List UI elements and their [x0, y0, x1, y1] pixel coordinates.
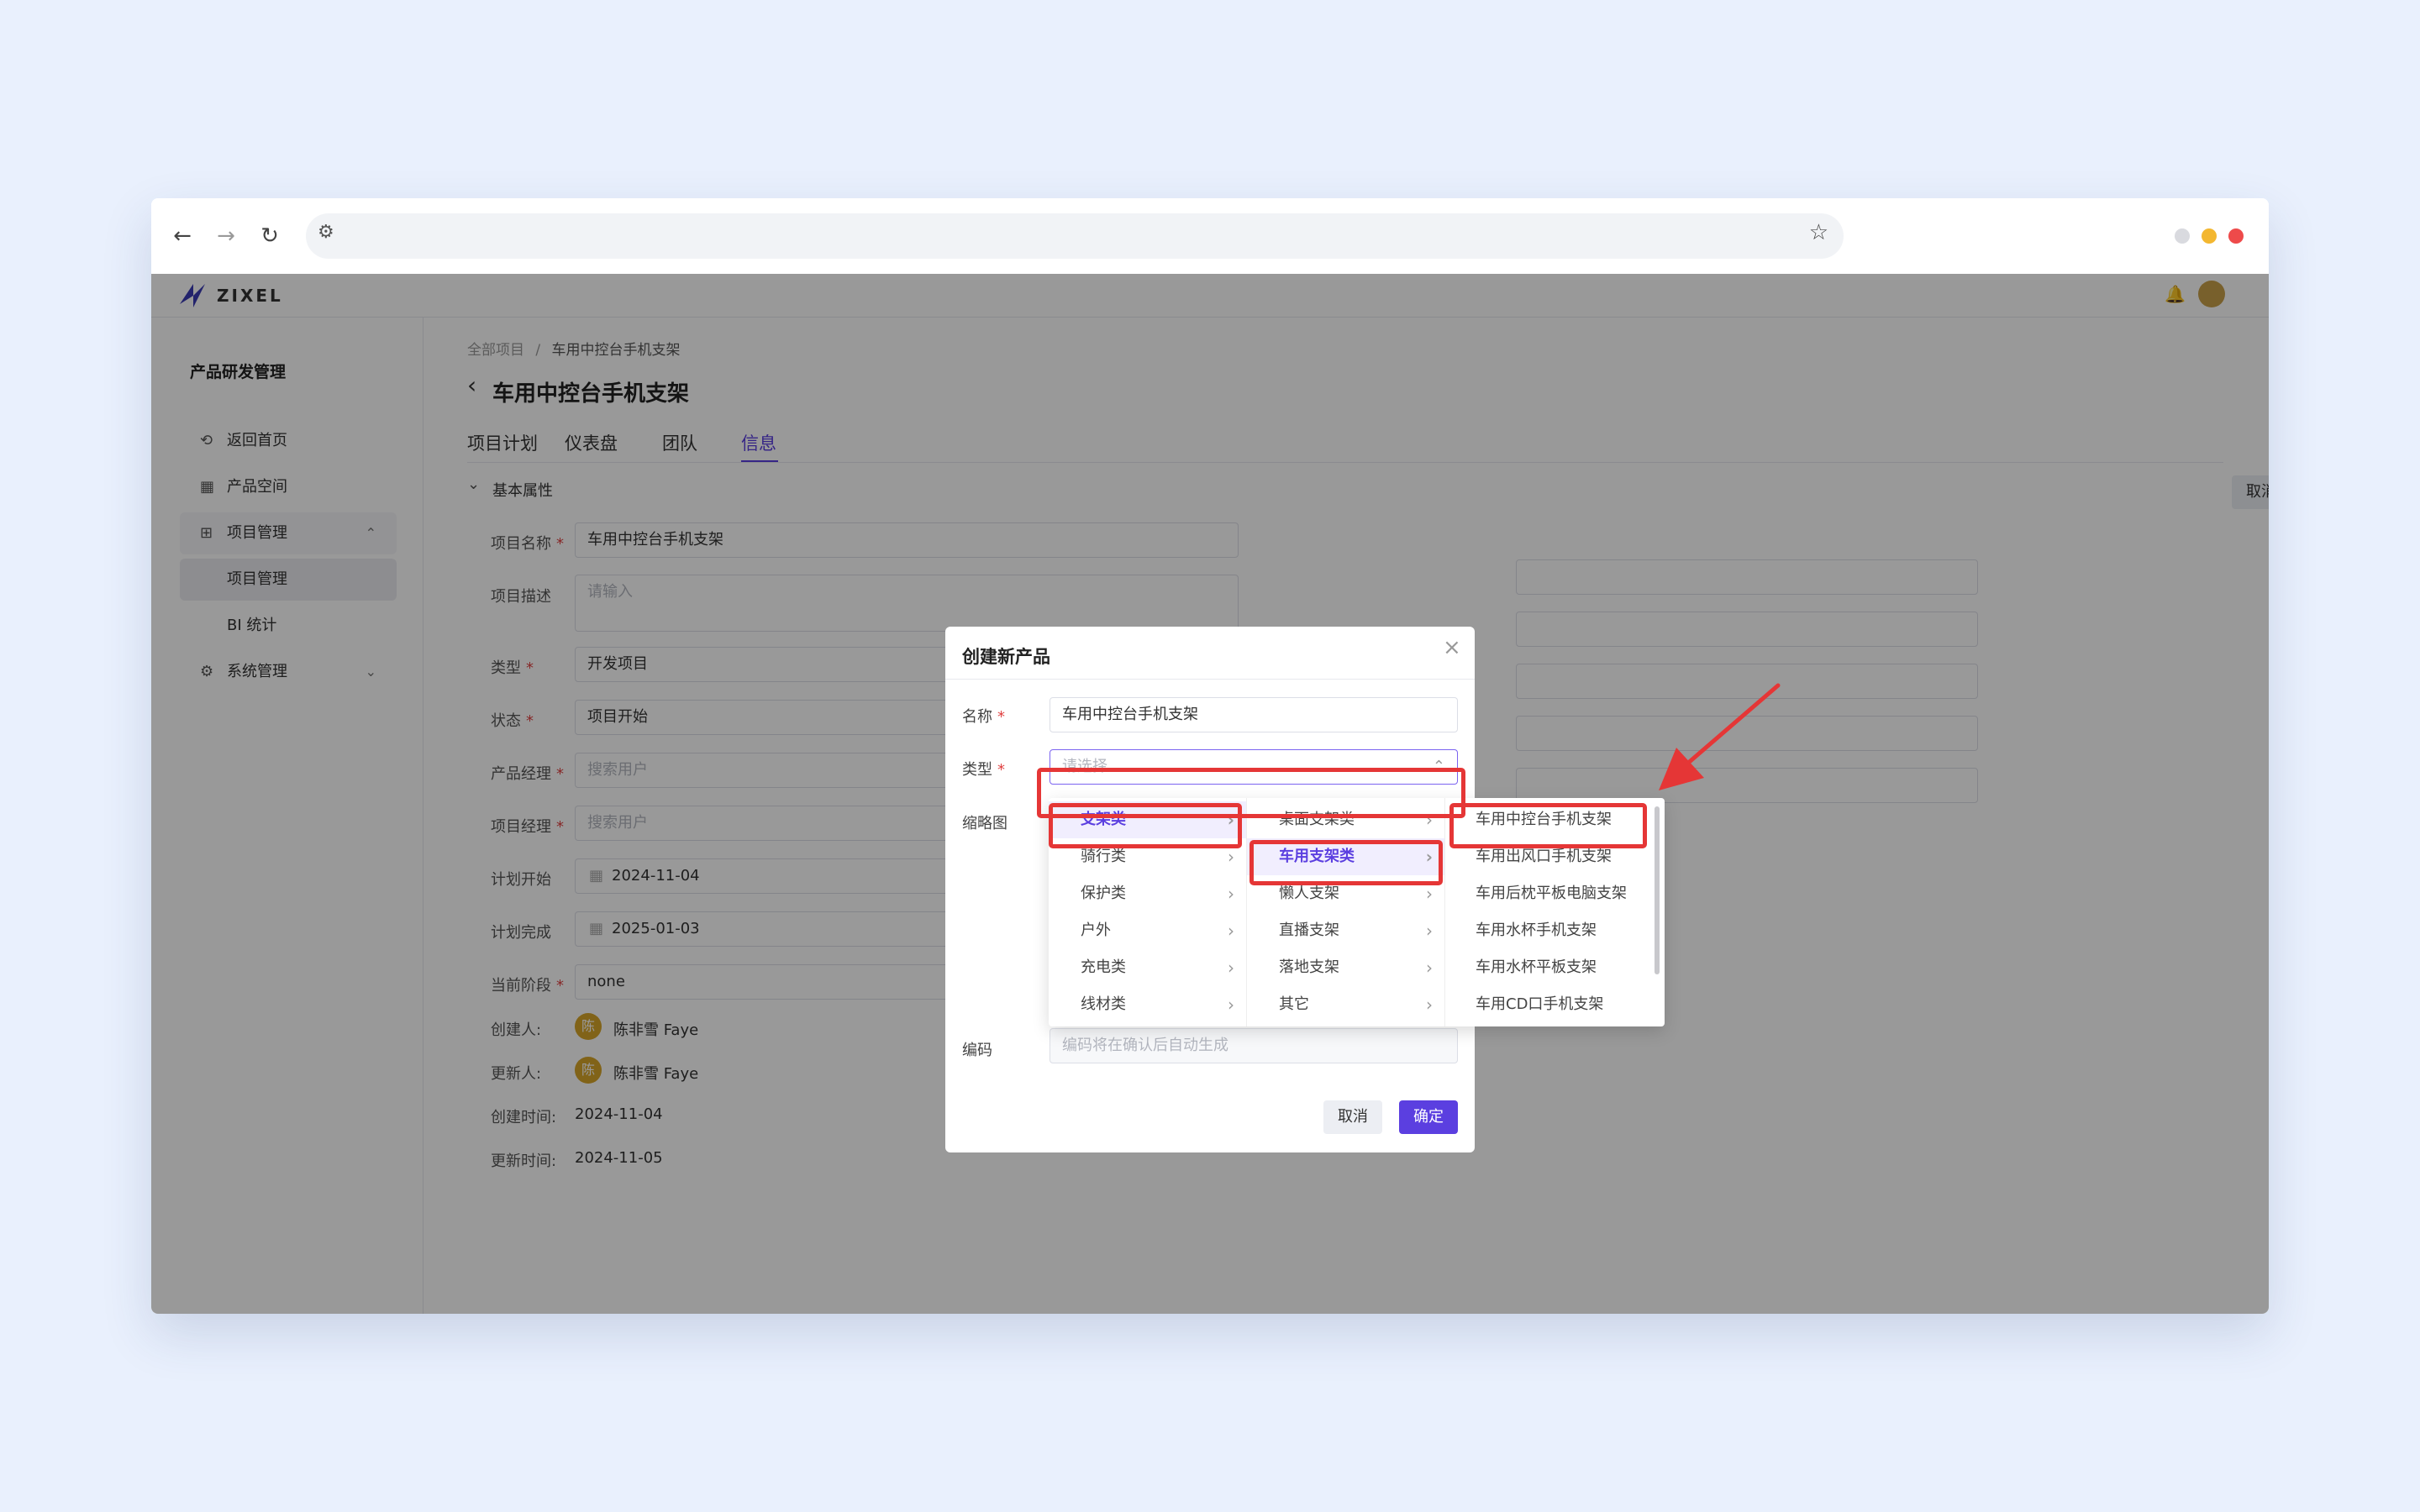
browser-window: ← → ↻ ⚙ ☆ ZIXEL 🔔 产品研发管理 ⟲ 返回首页 ▦ 产品空间 ⊞…: [151, 198, 2269, 1314]
cascader-option[interactable]: 户外 ›: [1049, 912, 1246, 949]
chevron-right-icon: ›: [1426, 921, 1433, 941]
thumbnail-label: 缩略图: [962, 815, 1007, 832]
cascader-option[interactable]: 保护类 ›: [1049, 875, 1246, 912]
address-bar[interactable]: ⚙ ☆: [306, 213, 1844, 259]
window-dot-red[interactable]: [2228, 228, 2244, 244]
code-input[interactable]: 编码将在确认后自动生成: [1050, 1028, 1458, 1063]
modal-divider: [945, 679, 1475, 680]
cascader-option[interactable]: 车用后枕平板电脑支架: [1445, 875, 1665, 912]
app-area: ZIXEL 🔔 产品研发管理 ⟲ 返回首页 ▦ 产品空间 ⊞ 项目管理 ⌃ 项目…: [151, 274, 2269, 1314]
bookmark-star-icon[interactable]: ☆: [1809, 220, 1828, 245]
window-dot-yellow[interactable]: [2202, 228, 2217, 244]
chevron-right-icon: ›: [1228, 958, 1234, 978]
chevron-right-icon: ›: [1228, 995, 1234, 1015]
browser-toolbar: ← → ↻ ⚙ ☆: [151, 198, 2269, 274]
modal-cancel-button[interactable]: 取消: [1323, 1100, 1382, 1134]
chevron-right-icon: ›: [1426, 995, 1433, 1015]
chevron-right-icon: ›: [1228, 884, 1234, 904]
chevron-right-icon: ›: [1228, 921, 1234, 941]
cascader-option[interactable]: 其它 ›: [1247, 986, 1444, 1023]
scrollbar[interactable]: [1655, 806, 1660, 974]
forward-arrow-icon[interactable]: →: [212, 222, 240, 250]
cascader-column-2: 桌面支架类 › 车用支架类 › 懒人支架 › 直播支架 › 落地支架 › 其它 ›: [1247, 798, 1445, 1026]
name-label: 名称 *: [962, 708, 1005, 726]
chevron-right-icon: ›: [1426, 958, 1433, 978]
cascader-option[interactable]: 线材类 ›: [1049, 986, 1246, 1023]
cascader-option[interactable]: 落地支架 ›: [1247, 949, 1444, 986]
highlight-option-3: [1449, 803, 1647, 848]
modal-title: 创建新产品: [962, 647, 1050, 667]
type-label: 类型 *: [962, 761, 1005, 779]
site-settings-icon[interactable]: ⚙: [318, 222, 334, 243]
cascader-option[interactable]: 车用水杯平板支架: [1445, 949, 1665, 986]
modal-ok-button[interactable]: 确定: [1399, 1100, 1458, 1134]
annotation-arrow-icon: [1659, 683, 1781, 790]
code-label: 编码: [962, 1042, 992, 1059]
reload-icon[interactable]: ↻: [255, 222, 284, 250]
cascader-option[interactable]: 直播支架 ›: [1247, 912, 1444, 949]
back-arrow-icon[interactable]: ←: [168, 222, 197, 250]
close-icon[interactable]: ×: [1443, 635, 1461, 660]
highlight-option-2: [1249, 840, 1443, 885]
cascader-option[interactable]: 车用水杯手机支架: [1445, 912, 1665, 949]
name-input[interactable]: 车用中控台手机支架: [1050, 697, 1458, 732]
highlight-option-1: [1049, 803, 1242, 848]
window-dot-gray[interactable]: [2175, 228, 2190, 244]
cascader-option[interactable]: 充电类 ›: [1049, 949, 1246, 986]
cascader-option[interactable]: 车用CD口手机支架: [1445, 986, 1665, 1023]
